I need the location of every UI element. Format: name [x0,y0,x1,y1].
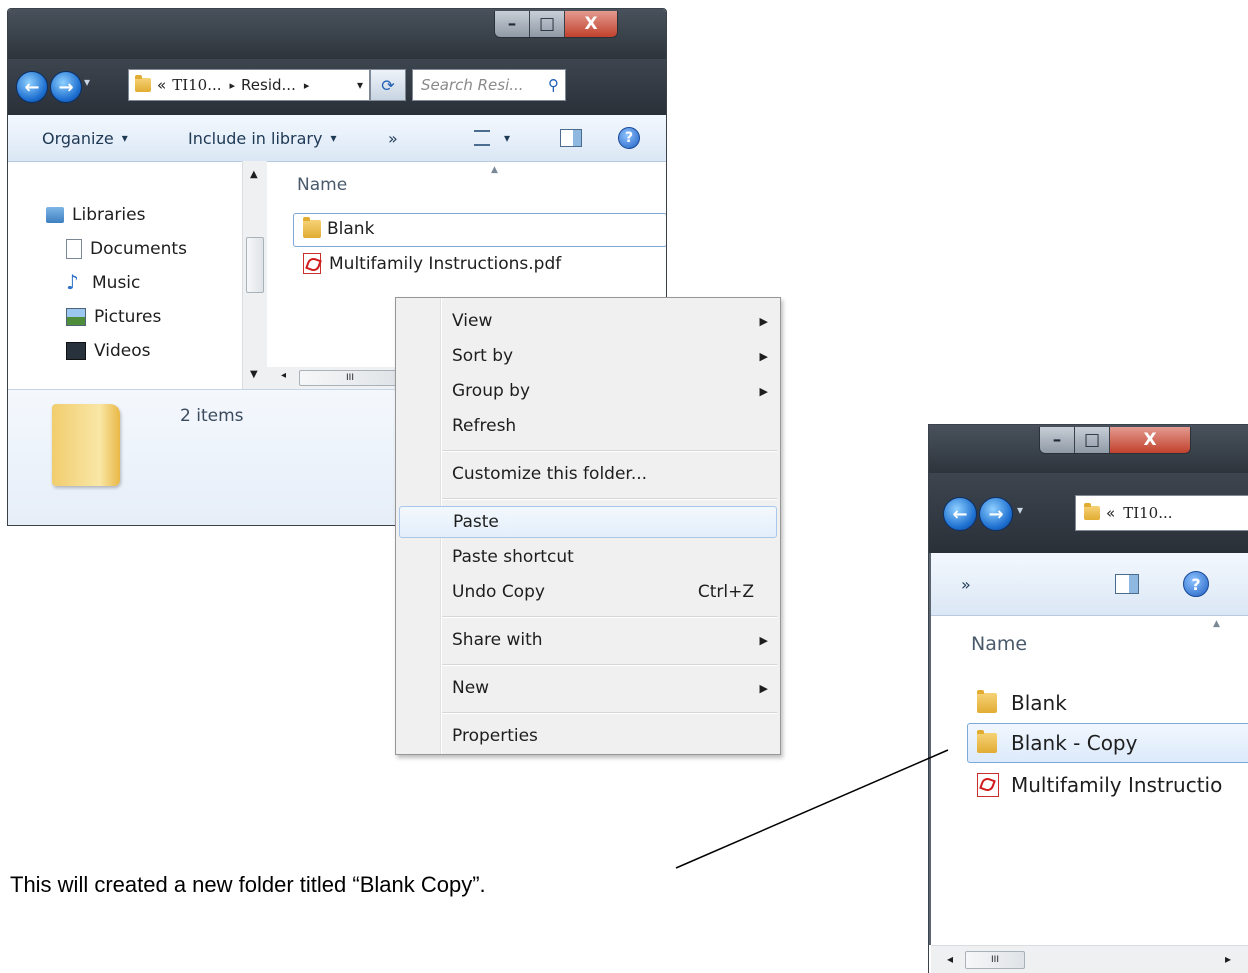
caption-text: This will created a new folder titled “B… [10,872,486,897]
callout-line [675,749,949,869]
